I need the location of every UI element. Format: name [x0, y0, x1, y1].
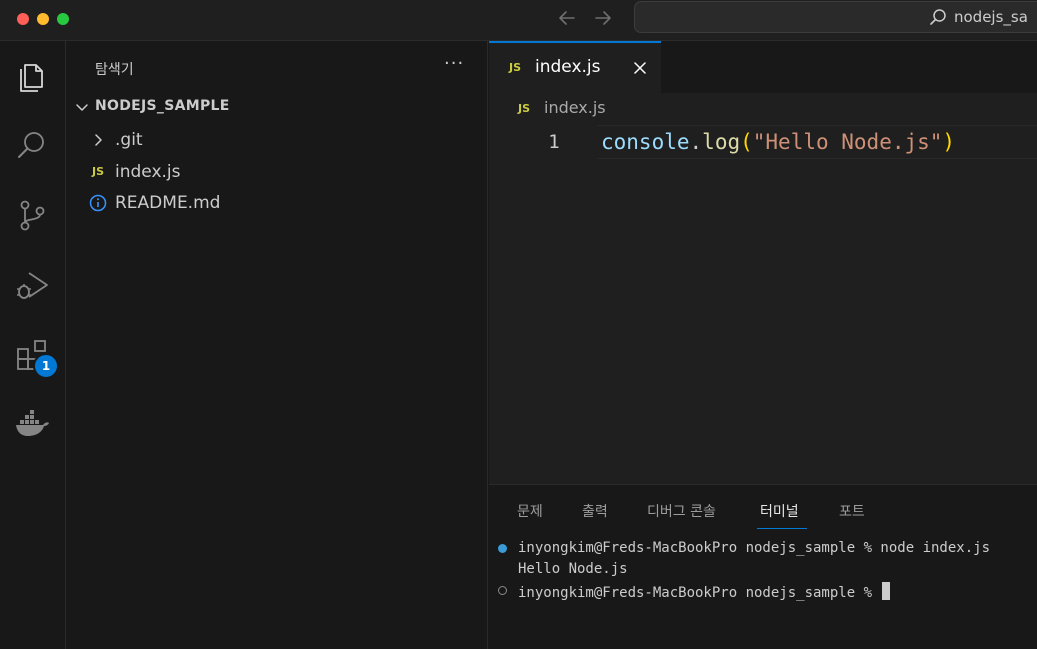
- explorer-sidebar: 탐색기 ··· NODEJS_SAMPLE .git JS index.js R…: [66, 41, 488, 649]
- token-object: console: [601, 130, 690, 154]
- tree-item-label: index.js: [115, 162, 181, 182]
- tab-debug-console[interactable]: 디버그 콘솔: [647, 501, 716, 521]
- terminal-command-line[interactable]: inyongkim@Freds-MacBookPro nodejs_sample…: [518, 540, 990, 556]
- activity-bar: 1: [0, 41, 66, 649]
- tab-index-js[interactable]: JS index.js: [489, 41, 661, 93]
- tree-item-index-js[interactable]: JS index.js: [66, 159, 486, 185]
- arrow-right-icon[interactable]: [592, 7, 614, 33]
- arrow-left-icon[interactable]: [556, 7, 578, 33]
- bottom-panel: 문제 출력 디버그 콘솔 터미널 포트 inyongkim@Freds-MacB…: [489, 484, 1037, 649]
- search-icon: [928, 7, 948, 27]
- extensions-badge: 1: [33, 353, 59, 379]
- title-bar: nodejs_sa: [0, 0, 1037, 41]
- tree-item-label: README.md: [115, 193, 221, 213]
- active-tab-indicator: [757, 528, 807, 529]
- tab-output[interactable]: 출력: [582, 501, 608, 521]
- run-debug-icon[interactable]: [14, 267, 50, 303]
- tab-label: index.js: [535, 57, 601, 77]
- maximize-window-button[interactable]: [57, 13, 69, 25]
- js-file-icon: JS: [518, 102, 531, 115]
- workspace-folder[interactable]: NODEJS_SAMPLE: [66, 96, 486, 118]
- tab-terminal[interactable]: 터미널: [760, 501, 799, 521]
- code-text[interactable]: console.log("Hello Node.js"): [601, 130, 955, 154]
- chevron-right-icon: [88, 131, 108, 149]
- token-close-paren: ): [942, 130, 956, 154]
- terminal-prompt-line[interactable]: inyongkim@Freds-MacBookPro nodejs_sample…: [518, 582, 891, 601]
- line-number: 1: [548, 131, 560, 153]
- tree-item-label: .git: [115, 130, 143, 150]
- tree-item-readme[interactable]: README.md: [66, 190, 486, 216]
- more-actions-icon[interactable]: ···: [444, 53, 464, 74]
- token-open-paren: (: [740, 130, 753, 154]
- minimize-window-button[interactable]: [37, 13, 49, 25]
- code-line[interactable]: 1 console.log("Hello Node.js"): [489, 125, 1037, 159]
- source-control-icon[interactable]: [14, 197, 50, 233]
- token-dot: .: [689, 130, 703, 154]
- close-icon[interactable]: [633, 60, 647, 74]
- command-pending-dot[interactable]: [498, 586, 507, 595]
- tab-problems[interactable]: 문제: [517, 501, 543, 521]
- js-file-icon: JS: [509, 61, 522, 74]
- tab-ports[interactable]: 포트: [839, 501, 865, 521]
- breadcrumb-label: index.js: [544, 98, 606, 117]
- editor-tabs: JS index.js: [489, 41, 1037, 93]
- files-icon[interactable]: [14, 57, 50, 93]
- search-icon[interactable]: [14, 127, 50, 163]
- command-center-label: nodejs_sa: [954, 8, 1028, 26]
- docker-icon[interactable]: [14, 407, 50, 443]
- terminal-cursor: [882, 582, 891, 600]
- terminal-prompt-text: inyongkim@Freds-MacBookPro nodejs_sample…: [518, 585, 881, 601]
- chevron-down-icon: [73, 98, 91, 116]
- token-string: "Hello Node.js": [752, 130, 943, 154]
- close-window-button[interactable]: [17, 13, 29, 25]
- command-success-dot[interactable]: [498, 544, 507, 553]
- token-method: log: [702, 130, 741, 154]
- tree-item-git[interactable]: .git: [66, 127, 486, 153]
- terminal-output-line: Hello Node.js: [518, 561, 628, 577]
- info-icon: [88, 194, 108, 212]
- js-file-icon: JS: [91, 165, 104, 178]
- sidebar-title: 탐색기: [95, 62, 134, 78]
- editor-area: JS index.js JS index.js 1 console.log("H…: [489, 41, 1037, 484]
- command-center[interactable]: nodejs_sa: [634, 1, 1037, 33]
- folder-name: NODEJS_SAMPLE: [95, 98, 230, 114]
